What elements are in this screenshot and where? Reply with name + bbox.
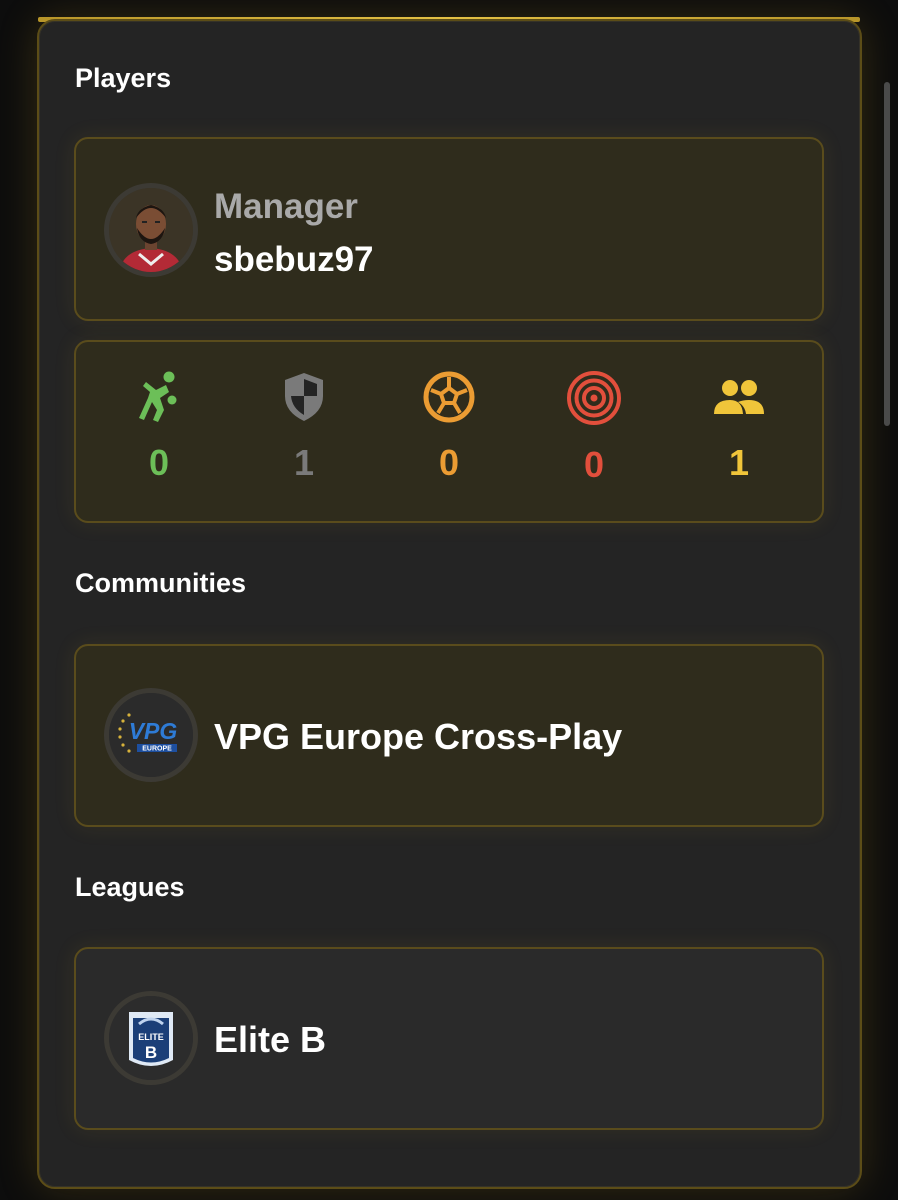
elite-b-badge-icon: ELITE B	[109, 996, 193, 1080]
manager-avatar	[104, 183, 198, 277]
communities-section-title: Communities	[75, 568, 247, 598]
stat-value: 1	[728, 442, 750, 483]
league-logo-letter: B	[145, 1043, 157, 1062]
stat-defense: 1	[269, 370, 339, 484]
community-logo-text: VPG	[129, 718, 178, 744]
soccer-ball-icon	[423, 371, 475, 423]
community-name[interactable]: VPG Europe Cross-Play	[214, 716, 622, 758]
manager-username[interactable]: sbebuz97	[214, 240, 374, 280]
group-icon	[714, 380, 764, 414]
community-logo: VPG EUROPE	[104, 688, 198, 782]
community-row[interactable]: VPG EUROPE VPG Europe Cross-Play	[74, 644, 824, 827]
stat-value: 0	[583, 444, 605, 485]
stat-goals: 0	[414, 370, 484, 484]
stats-panel: 0 1 0 0 1	[74, 340, 824, 523]
leagues-section-title: Leagues	[75, 872, 185, 902]
league-name[interactable]: Elite B	[214, 1019, 326, 1061]
target-icon	[567, 371, 621, 425]
league-row[interactable]: ELITE B Elite B	[74, 947, 824, 1130]
manager-role-label: Manager	[214, 187, 358, 226]
league-logo-text: ELITE	[138, 1032, 164, 1042]
player-portrait-icon	[109, 188, 193, 272]
stat-value: 0	[438, 442, 460, 483]
player-running-icon	[139, 371, 177, 422]
stat-value: 0	[148, 442, 170, 483]
stat-appearances: 0	[124, 370, 194, 484]
community-logo-subtext: EUROPE	[142, 746, 172, 753]
stat-value: 1	[293, 442, 315, 483]
vpg-logo-icon: VPG EUROPE	[109, 693, 193, 777]
players-section-title: Players	[75, 63, 172, 93]
stat-shots: 0	[559, 370, 629, 486]
league-logo: ELITE B	[104, 991, 198, 1085]
shield-icon	[285, 373, 323, 421]
stat-team: 1	[704, 370, 774, 484]
scrollbar[interactable]	[884, 82, 890, 426]
manager-row[interactable]: Manager sbebuz97	[74, 137, 824, 321]
